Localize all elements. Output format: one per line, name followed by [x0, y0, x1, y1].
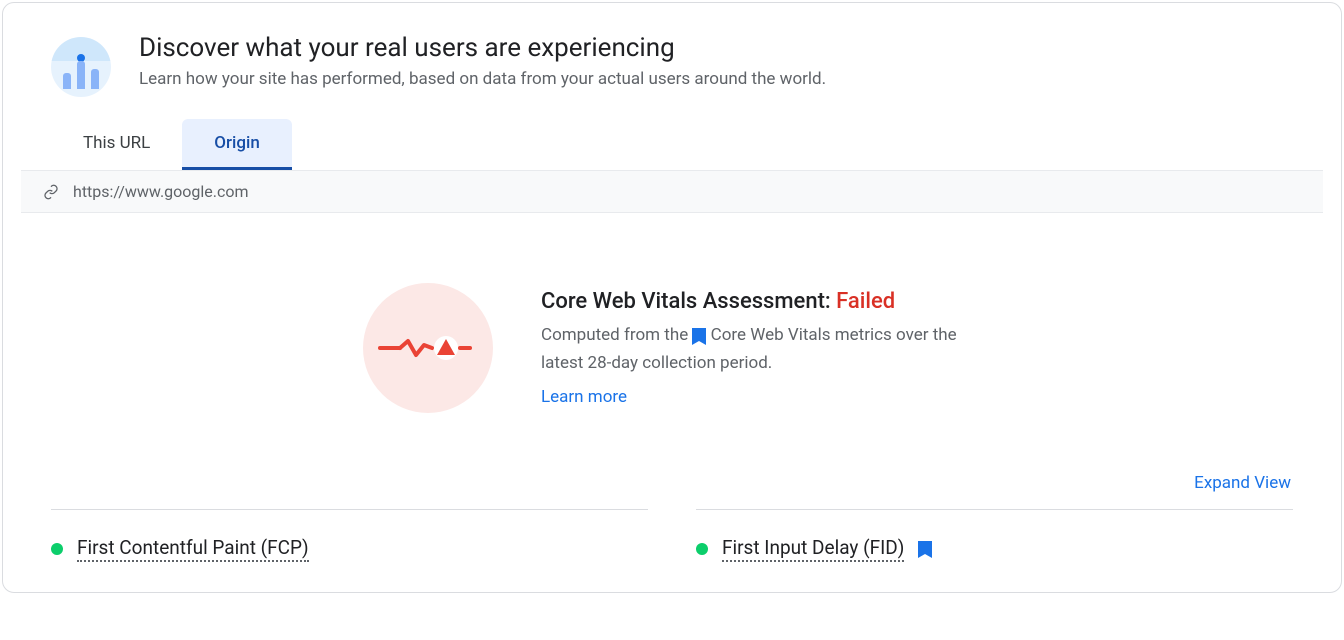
- metric-fcp[interactable]: First Contentful Paint (FCP): [51, 509, 648, 562]
- expand-view-link[interactable]: Expand View: [1194, 473, 1291, 493]
- url-text: https://www.google.com: [73, 182, 249, 201]
- metric-fid[interactable]: First Input Delay (FID): [696, 509, 1293, 562]
- assessment-description: Computed from the Core Web Vitals metric…: [541, 322, 981, 376]
- assessment-status: Failed: [836, 289, 895, 314]
- vitals-failed-icon: [363, 283, 493, 413]
- users-chart-icon: [51, 37, 111, 97]
- bookmark-icon: [692, 328, 706, 345]
- link-icon: [43, 184, 59, 200]
- status-dot-good: [51, 543, 63, 555]
- card-header: Discover what your real users are experi…: [3, 3, 1341, 97]
- assessment-title: Core Web Vitals Assessment: Failed: [541, 289, 981, 314]
- field-data-card: Discover what your real users are experi…: [2, 2, 1342, 593]
- tab-origin[interactable]: Origin: [182, 119, 292, 170]
- metric-name: First Input Delay (FID): [722, 536, 904, 562]
- assessment-section: Core Web Vitals Assessment: Failed Compu…: [3, 213, 1341, 473]
- header-text: Discover what your real users are experi…: [139, 33, 826, 89]
- metrics-grid: First Contentful Paint (FCP) First Input…: [3, 509, 1341, 592]
- scope-tabs: This URL Origin: [51, 119, 1341, 170]
- bookmark-icon: [918, 541, 932, 558]
- metric-name: First Contentful Paint (FCP): [77, 536, 309, 562]
- card-title: Discover what your real users are experi…: [139, 33, 826, 63]
- url-bar: https://www.google.com: [21, 170, 1323, 213]
- status-dot-good: [696, 543, 708, 555]
- learn-more-link[interactable]: Learn more: [541, 387, 627, 407]
- tab-this-url[interactable]: This URL: [51, 119, 182, 170]
- card-subtitle: Learn how your site has performed, based…: [139, 69, 826, 89]
- assessment-text: Core Web Vitals Assessment: Failed Compu…: [541, 289, 981, 406]
- expand-row: Expand View: [3, 473, 1341, 509]
